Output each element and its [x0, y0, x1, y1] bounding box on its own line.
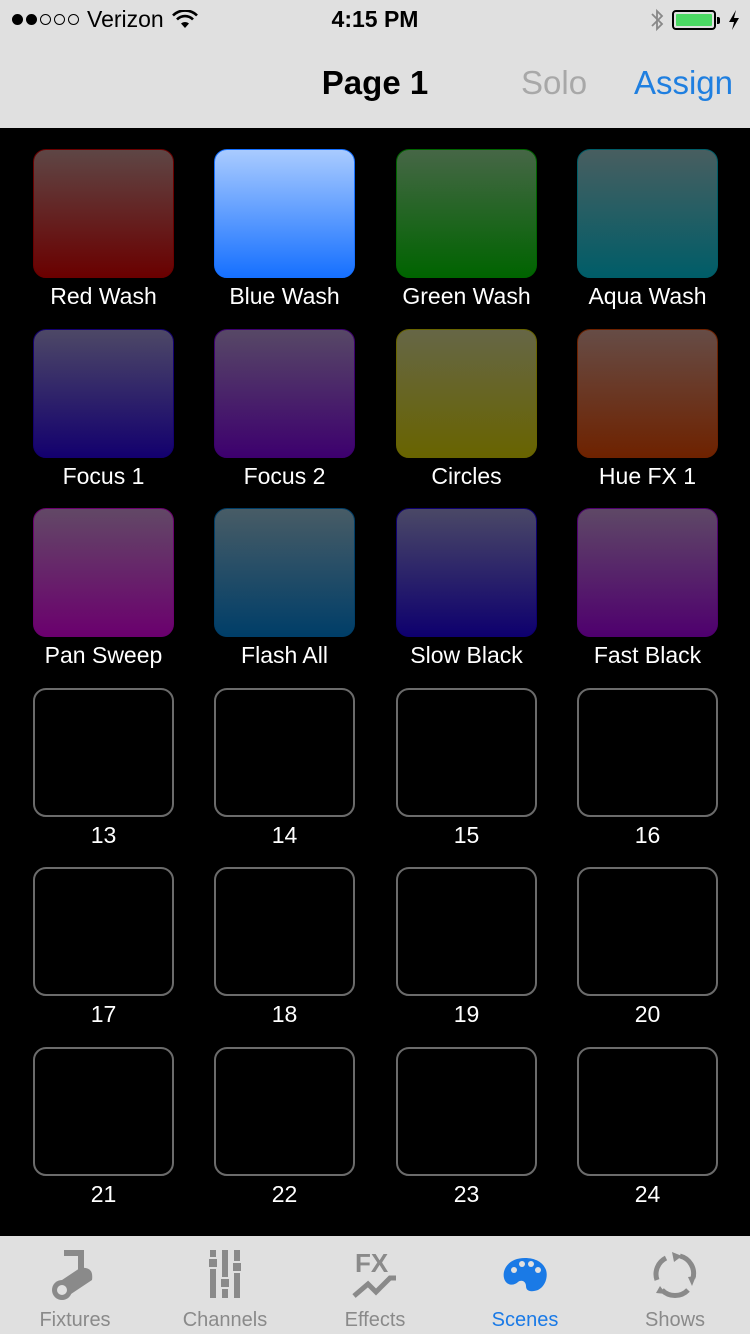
empty-scene-slot[interactable]	[577, 1047, 718, 1176]
scene-button[interactable]	[214, 508, 355, 637]
empty-scene-slot[interactable]	[214, 867, 355, 996]
scene-label: 21	[90, 1181, 117, 1207]
empty-scene-slot[interactable]	[214, 688, 355, 817]
scene-grid: Red Wash Blue Wash Green Wash Aqua Wash Focu…	[0, 128, 750, 1236]
empty-scene-slot[interactable]	[577, 867, 718, 996]
scene-label: 17	[90, 1001, 117, 1027]
solo-button[interactable]: Solo	[521, 64, 587, 102]
scene-label: Pan Sweep	[44, 642, 163, 668]
battery-icon	[672, 10, 720, 30]
navigation-bar: Page 1 Solo Assign	[0, 40, 750, 128]
scene-label: 13	[90, 822, 117, 848]
scene-label: 16	[634, 822, 661, 848]
tab-scenes[interactable]: Scenes	[450, 1236, 600, 1334]
scene-label: Flash All	[241, 642, 328, 668]
scene-label: 18	[271, 1001, 298, 1027]
scene-button[interactable]	[396, 149, 537, 278]
scene-label: Green Wash	[402, 283, 531, 309]
scene-label: 15	[453, 822, 480, 848]
empty-scene-slot[interactable]	[214, 1047, 355, 1176]
fx-icon: FX	[352, 1248, 396, 1298]
scene-button[interactable]	[33, 329, 174, 458]
empty-scene-slot[interactable]	[33, 1047, 174, 1176]
scene-label: Fast Black	[593, 642, 702, 668]
scene-label: Slow Black	[410, 642, 523, 668]
scene-button[interactable]	[214, 149, 355, 278]
tab-bar: Fixtures Channels FX Effects Scenes Show…	[0, 1236, 750, 1334]
tab-label: Channels	[182, 1309, 268, 1331]
tab-label: Fixtures	[39, 1309, 111, 1331]
empty-scene-slot[interactable]	[396, 867, 537, 996]
tab-shows[interactable]: Shows	[600, 1236, 750, 1334]
scene-button[interactable]	[577, 329, 718, 458]
scene-button[interactable]	[33, 149, 174, 278]
bluetooth-icon	[651, 8, 664, 32]
clock: 4:15 PM	[331, 6, 419, 32]
scene-button[interactable]	[577, 508, 718, 637]
tab-channels[interactable]: Channels	[150, 1236, 300, 1334]
scene-label: Blue Wash	[229, 283, 340, 309]
svg-text:FX: FX	[355, 1248, 389, 1278]
empty-scene-slot[interactable]	[396, 1047, 537, 1176]
status-bar: Verizon 4:15 PM	[0, 0, 750, 40]
tab-label: Effects	[344, 1309, 406, 1331]
tab-effects[interactable]: FX Effects	[300, 1236, 450, 1334]
tab-label: Scenes	[491, 1309, 559, 1331]
scene-label: Circles	[431, 463, 502, 489]
empty-scene-slot[interactable]	[396, 688, 537, 817]
scene-label: 24	[634, 1181, 661, 1207]
fixture-light-icon	[52, 1250, 93, 1300]
charging-bolt-icon	[729, 10, 739, 30]
scene-button[interactable]	[214, 329, 355, 458]
empty-scene-slot[interactable]	[33, 688, 174, 817]
scene-label: Focus 2	[243, 463, 326, 489]
scene-label: 19	[453, 1001, 480, 1027]
scene-label: 22	[271, 1181, 298, 1207]
scene-button[interactable]	[33, 508, 174, 637]
tab-fixtures[interactable]: Fixtures	[0, 1236, 150, 1334]
sliders-icon	[207, 1250, 243, 1298]
empty-scene-slot[interactable]	[577, 688, 718, 817]
scene-label: Hue FX 1	[598, 463, 697, 489]
scene-button[interactable]	[396, 508, 537, 637]
cycle-arrows-icon	[653, 1252, 697, 1298]
scene-label: 20	[634, 1001, 661, 1027]
scene-label: Red Wash	[50, 283, 157, 309]
scene-button[interactable]	[396, 329, 537, 458]
assign-button[interactable]: Assign	[634, 64, 733, 102]
scene-label: Aqua Wash	[588, 283, 707, 309]
scene-label: Focus 1	[62, 463, 145, 489]
scene-label: 14	[271, 822, 298, 848]
tab-label: Shows	[644, 1309, 706, 1331]
palette-icon	[503, 1258, 547, 1292]
empty-scene-slot[interactable]	[33, 867, 174, 996]
scene-label: 23	[453, 1181, 480, 1207]
scene-button[interactable]	[577, 149, 718, 278]
